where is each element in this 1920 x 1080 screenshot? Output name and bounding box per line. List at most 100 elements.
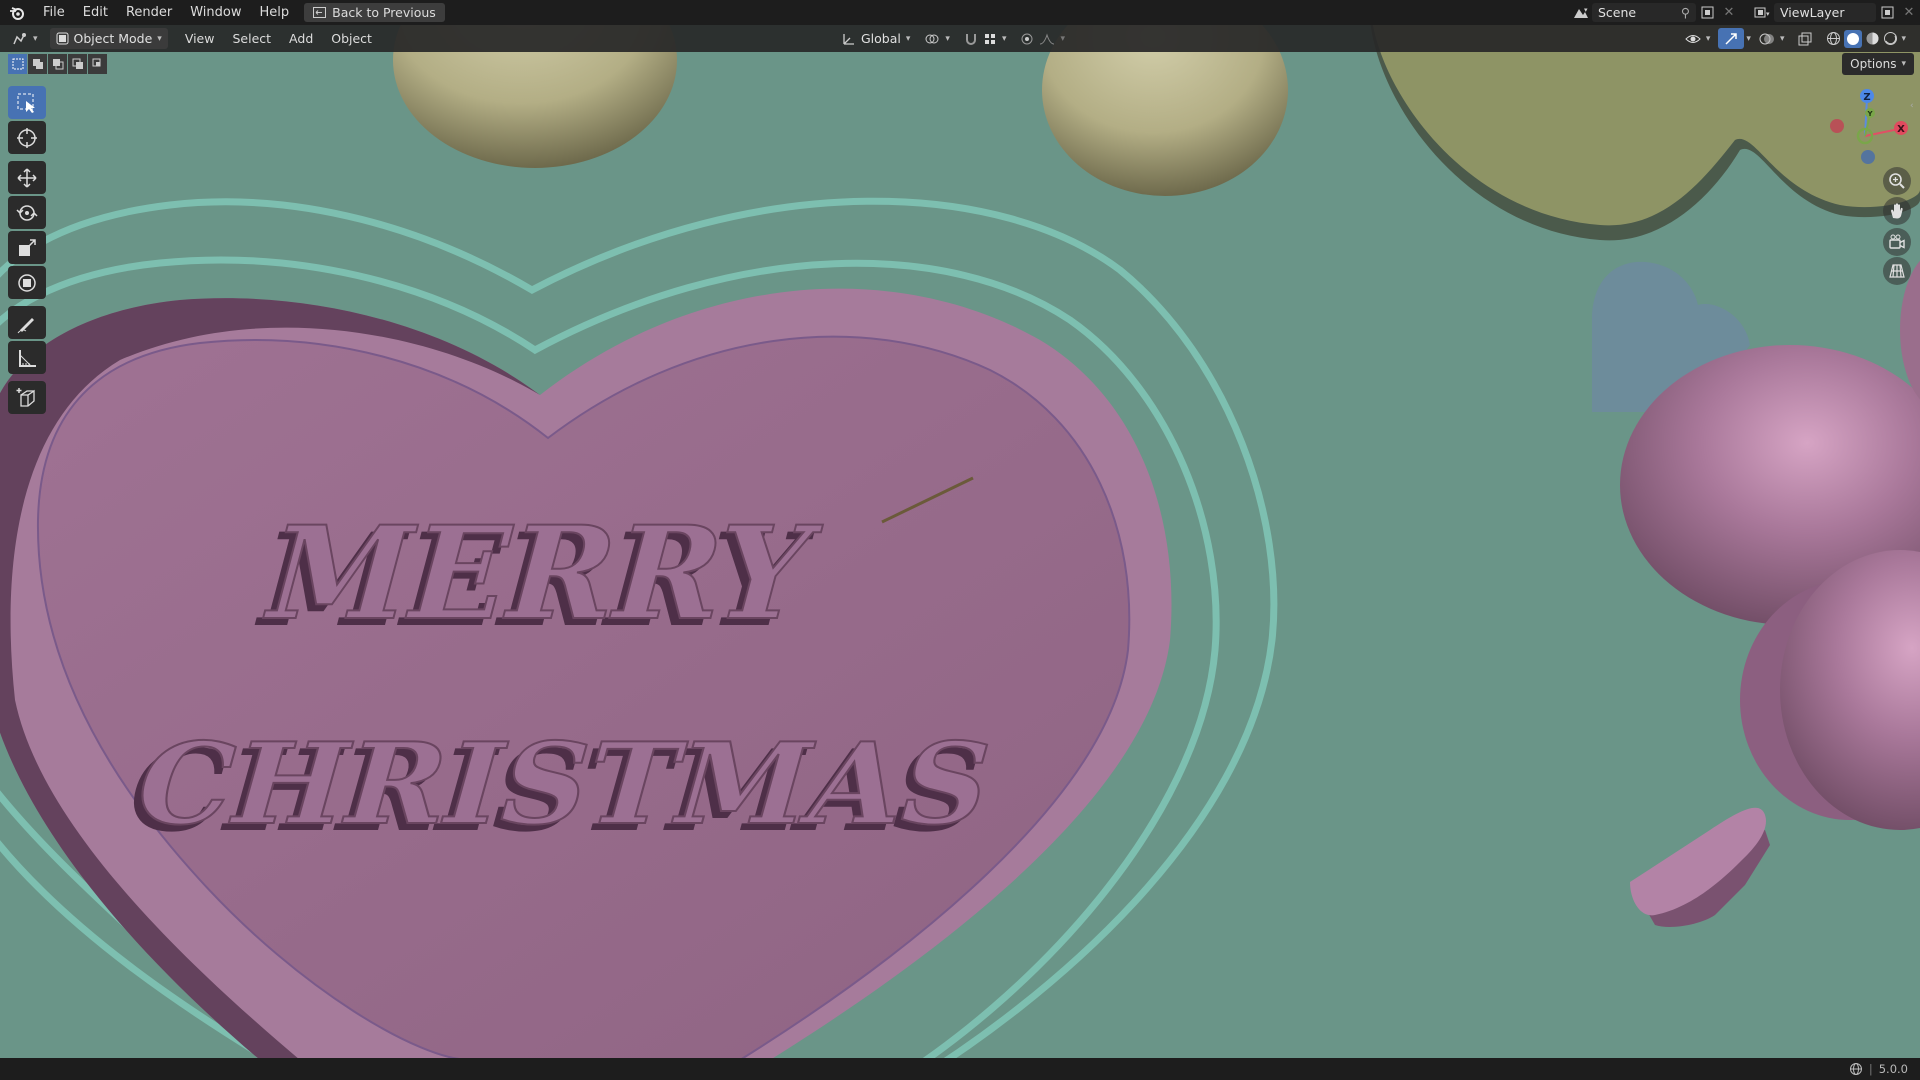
cursor-tool[interactable]: [8, 121, 46, 154]
select-intersect-mode[interactable]: [88, 54, 107, 74]
back-icon: [313, 7, 327, 18]
pin-icon[interactable]: ⚲: [1681, 5, 1690, 20]
menu-add[interactable]: Add: [280, 31, 322, 46]
top-bar: File Edit Render Window Help Back to Pre…: [0, 0, 1920, 25]
camera-icon: [1889, 234, 1905, 249]
transform-orientation-dropdown[interactable]: Global ▾: [836, 28, 916, 49]
menu-file[interactable]: File: [34, 0, 74, 25]
gizmo-toggle[interactable]: [1718, 28, 1745, 49]
add-cube-icon: [16, 387, 35, 407]
measure-tool[interactable]: [8, 341, 46, 374]
selection-mode-buttons: [8, 54, 107, 74]
snap-magnet-icon: [965, 33, 976, 45]
snap-grid-icon: [984, 33, 995, 44]
gizmo-z-label: Z: [1863, 92, 1870, 103]
status-bar: | 5.0.0: [0, 1058, 1920, 1080]
tool-shelf: [8, 86, 48, 416]
menu-help[interactable]: Help: [251, 0, 299, 25]
transform-controls: Global ▾ ▾ ▾ ▾: [836, 28, 1071, 49]
scene-selector[interactable]: Scene ⚲: [1592, 3, 1696, 22]
scene-name: Scene: [1598, 5, 1637, 20]
rendered-shading-icon[interactable]: [1883, 31, 1898, 46]
select-new-mode[interactable]: [8, 54, 27, 74]
transform-icon: [18, 273, 36, 292]
gizmo-x-label: X: [1897, 124, 1905, 135]
falloff-curve-icon: [1040, 32, 1055, 44]
view-layer-type-icon[interactable]: ▾: [1752, 3, 1774, 22]
zoom-view-button[interactable]: [1883, 167, 1911, 195]
view-layer-name: ViewLayer: [1780, 5, 1845, 20]
overlay-toggle[interactable]: ▾: [1753, 28, 1791, 49]
select-box-tool[interactable]: [8, 86, 46, 119]
navigation-gizmo[interactable]: Z X Y: [1820, 85, 1910, 175]
annotate-pencil-icon: [17, 317, 34, 333]
pan-view-button[interactable]: [1883, 197, 1911, 225]
move-tool[interactable]: [8, 161, 46, 194]
select-subtract-mode[interactable]: [48, 54, 67, 74]
pan-hand-icon: [1891, 203, 1903, 219]
shading-dropdown[interactable]: ▾: [1901, 34, 1906, 44]
select-invert-mode[interactable]: [68, 54, 87, 74]
solid-shading-icon[interactable]: [1844, 29, 1863, 48]
proportional-edit-icon: [1021, 33, 1033, 44]
scene-type-icon[interactable]: ▾: [1570, 3, 1592, 22]
menu-render[interactable]: Render: [117, 0, 181, 25]
menu-object[interactable]: Object: [322, 31, 381, 46]
gizmo-dropdown[interactable]: ▾: [1746, 34, 1751, 44]
eye-visibility-icon: [1685, 34, 1701, 43]
gizmo-icon: [1725, 32, 1738, 45]
wireframe-shading-icon[interactable]: [1826, 31, 1841, 46]
shading-modes: ▾: [1820, 28, 1912, 49]
text-merry: MERRY: [261, 499, 825, 649]
transform-tool[interactable]: [8, 266, 46, 299]
options-dropdown[interactable]: Options ▾: [1842, 53, 1914, 75]
back-to-previous-button[interactable]: Back to Previous: [304, 3, 445, 22]
blender-logo-icon[interactable]: [0, 0, 34, 25]
new-view-layer-icon[interactable]: [1876, 3, 1898, 22]
menu-select[interactable]: Select: [223, 31, 280, 46]
rotate-icon: [16, 204, 38, 221]
editor-type-dropdown[interactable]: ▾: [6, 28, 44, 49]
scale-tool[interactable]: [8, 231, 46, 264]
mode-label: Object Mode: [73, 31, 153, 46]
overlay-icon: [1759, 33, 1774, 44]
gizmo-neg-x[interactable]: [1830, 119, 1844, 133]
new-scene-icon[interactable]: [1696, 3, 1718, 22]
add-cube-tool[interactable]: [8, 381, 46, 414]
delete-view-layer-icon[interactable]: ✕: [1898, 3, 1920, 22]
version-label: 5.0.0: [1878, 1062, 1908, 1076]
orientation-axes-icon: [843, 33, 854, 45]
gizmo-y-label: Y: [1866, 110, 1873, 118]
menu-window[interactable]: Window: [181, 0, 250, 25]
globe-network-icon[interactable]: [1849, 1062, 1863, 1076]
annotate-tool[interactable]: [8, 306, 46, 339]
snap-controls[interactable]: ▾: [958, 28, 1013, 49]
orientation-label: Global: [861, 31, 901, 46]
object-mode-icon: [56, 32, 69, 45]
mode-dropdown[interactable]: Object Mode ▾: [49, 28, 168, 49]
measure-ruler-icon: [19, 349, 36, 367]
viewport-header: ▾ Object Mode ▾ View Select Add Object G…: [0, 25, 1920, 52]
material-shading-icon[interactable]: [1865, 31, 1880, 46]
pivot-point-dropdown[interactable]: ▾: [918, 28, 956, 49]
delete-scene-icon[interactable]: ✕: [1718, 3, 1740, 22]
xray-icon: [1798, 32, 1812, 45]
cursor-crosshair-icon: [17, 127, 37, 148]
3d-viewport-scene[interactable]: MERRY MERRY CHRISTMAS CHRISTMAS: [0, 0, 1920, 1080]
xray-toggle[interactable]: [1792, 28, 1818, 49]
rotate-tool[interactable]: [8, 196, 46, 229]
viewport-editor-icon: [13, 32, 26, 44]
select-extend-mode[interactable]: [28, 54, 47, 74]
visibility-dropdown[interactable]: ▾: [1679, 28, 1717, 49]
proportional-editing[interactable]: ▾: [1014, 28, 1071, 49]
view-layer-selector[interactable]: ViewLayer: [1774, 3, 1876, 22]
camera-view-button[interactable]: [1883, 228, 1911, 256]
menu-view[interactable]: View: [176, 31, 224, 46]
gizmo-neg-z[interactable]: [1861, 150, 1875, 164]
perspective-toggle-button[interactable]: [1883, 257, 1911, 285]
sidebar-toggle-arrow[interactable]: ‹: [1910, 101, 1918, 115]
select-box-icon: [17, 93, 35, 113]
text-christmas: CHRISTMAS: [135, 719, 994, 850]
options-label: Options: [1850, 57, 1897, 71]
menu-edit[interactable]: Edit: [74, 0, 117, 25]
